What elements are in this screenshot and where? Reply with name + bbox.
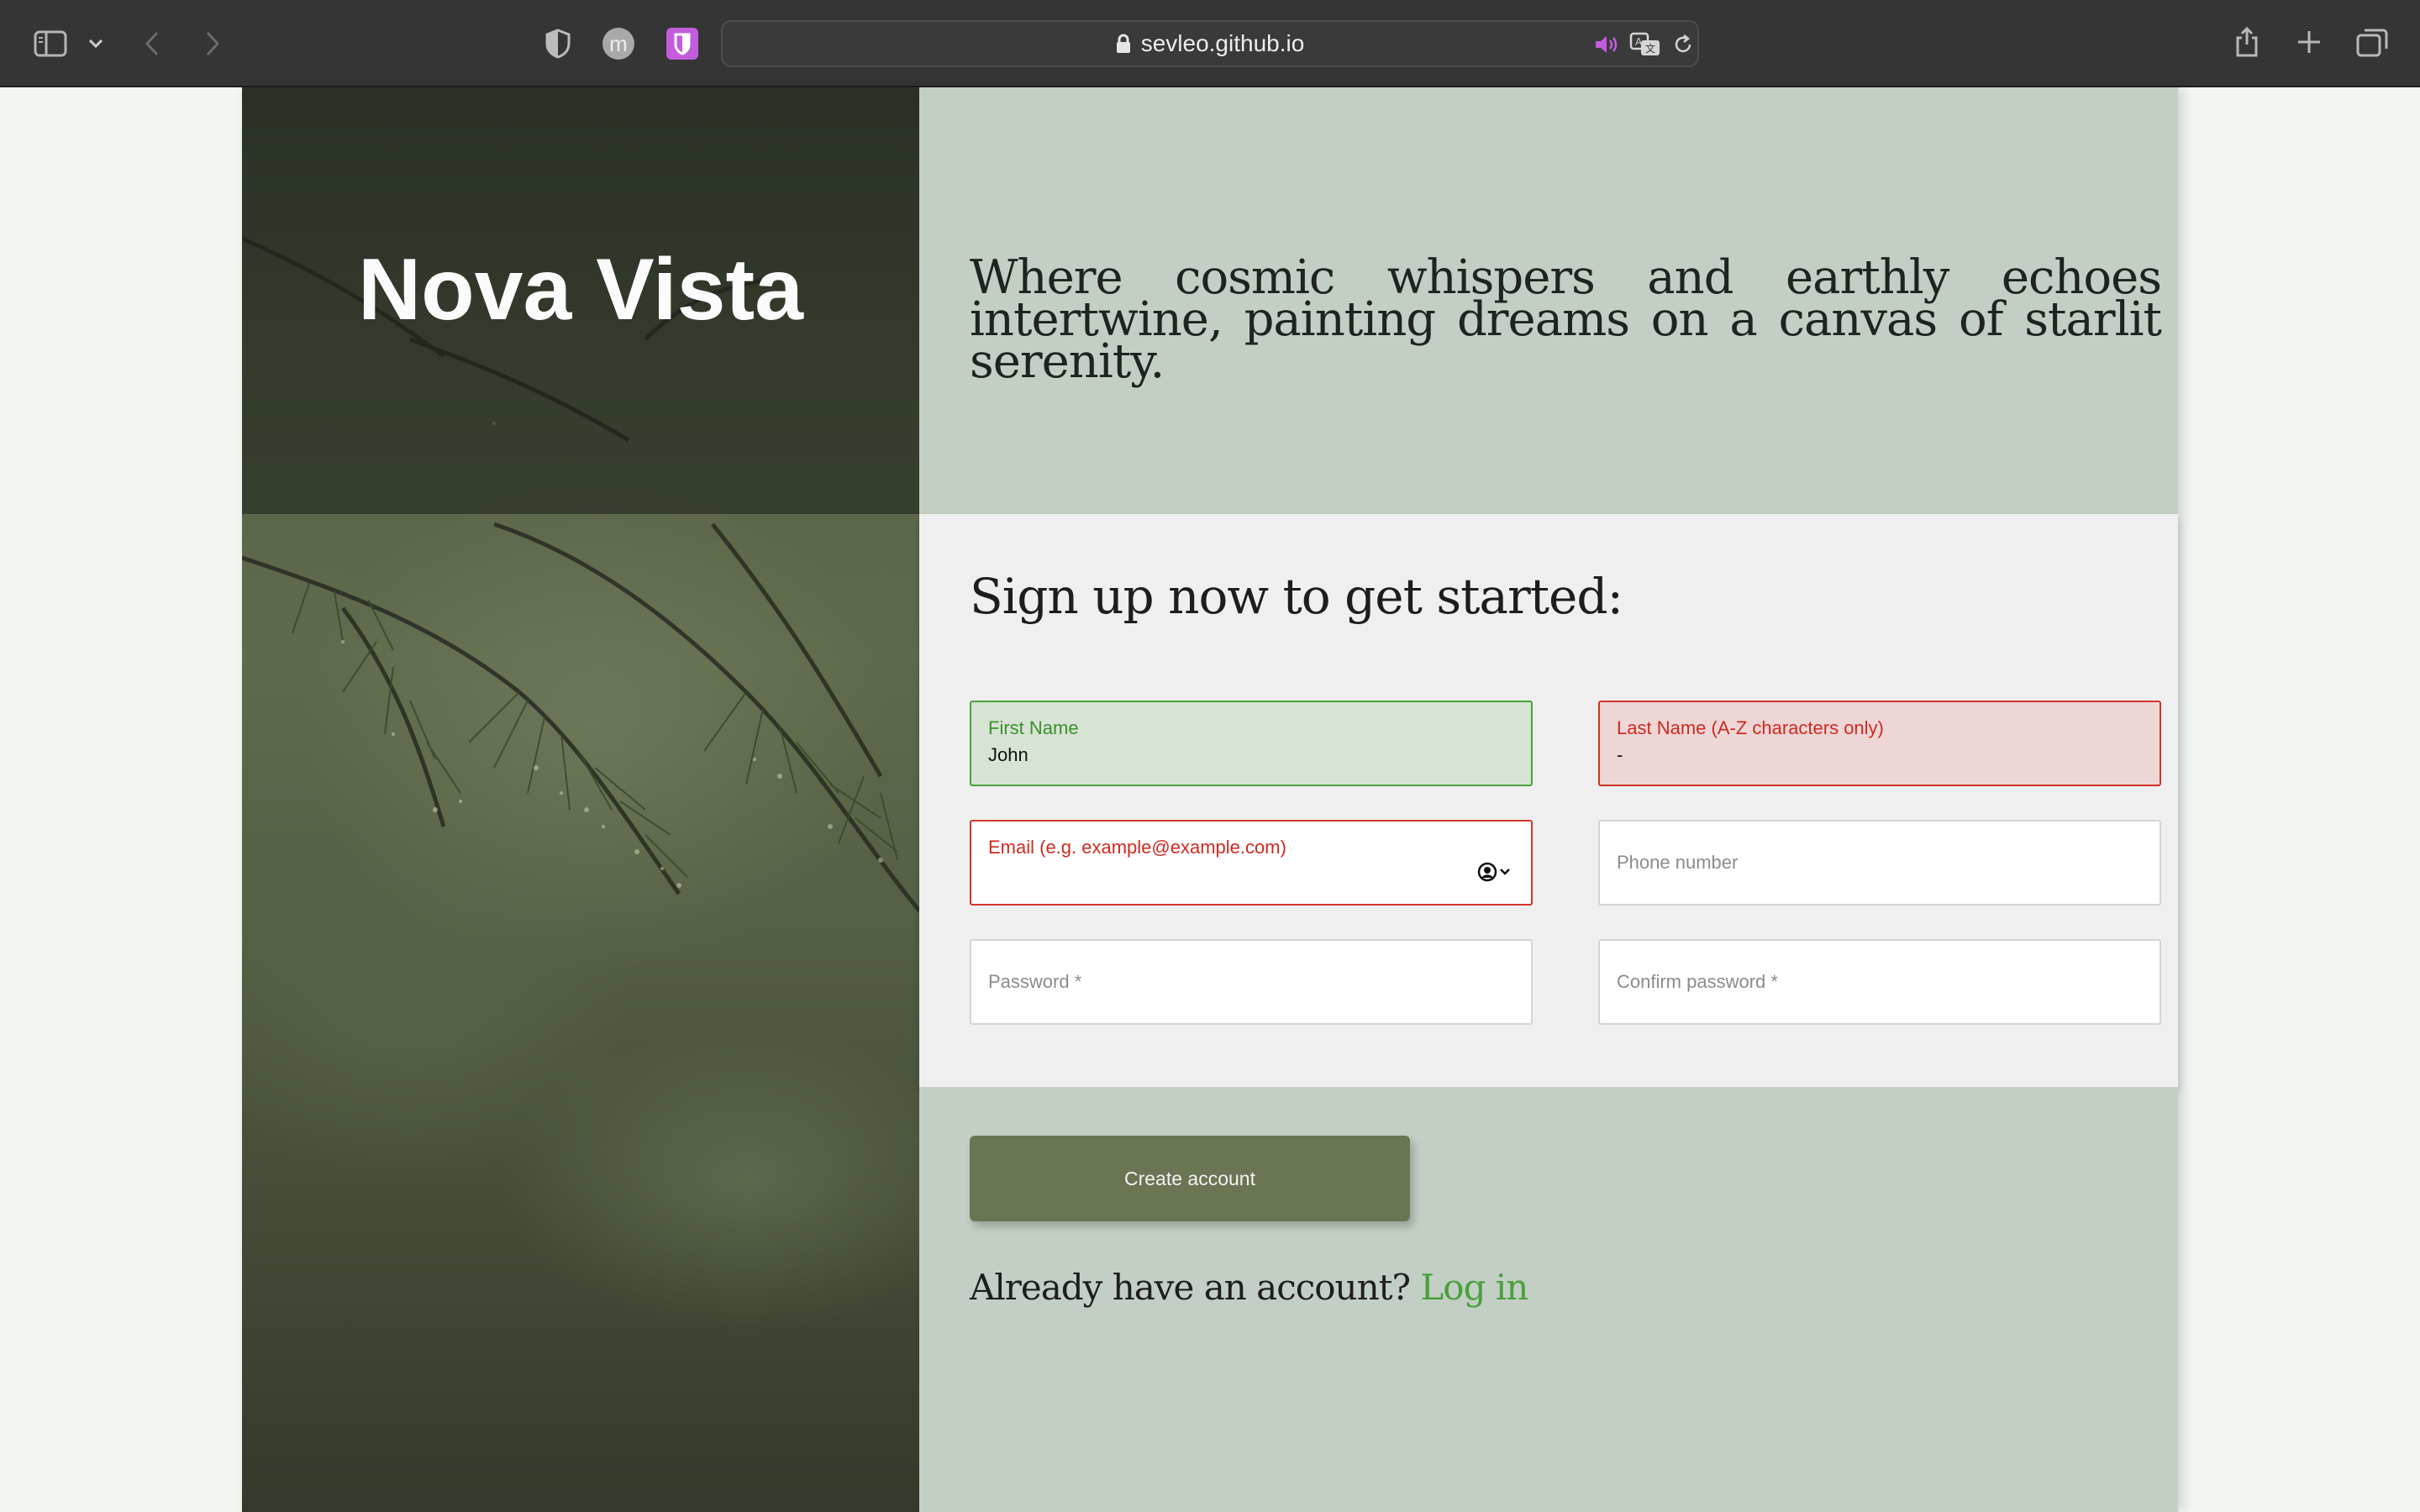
signup-form: Sign up now to get started: First Name J… bbox=[919, 514, 2178, 1087]
reload-icon[interactable] bbox=[1670, 32, 1696, 57]
footer-section: Create account Already have an account? … bbox=[919, 1087, 2178, 1512]
login-prompt: Already have an account? Log in bbox=[970, 1267, 1528, 1308]
page: Nova Vista Where cosmic whispers and ear… bbox=[242, 87, 2178, 1512]
email-field[interactable]: Email (e.g. example@example.com) bbox=[970, 820, 1533, 906]
brand-title: Nova Vista bbox=[358, 241, 803, 339]
form-title: Sign up now to get started: bbox=[970, 568, 1623, 625]
login-link[interactable]: Log in bbox=[1420, 1267, 1528, 1308]
hero-section: Where cosmic whispers and earthly echoes… bbox=[919, 87, 2178, 514]
audio-icon[interactable] bbox=[1593, 32, 1620, 57]
contact-autofill-icon[interactable] bbox=[1477, 862, 1512, 882]
first-name-label: First Name bbox=[988, 717, 1079, 738]
chevron-down-icon[interactable] bbox=[86, 34, 106, 54]
share-icon[interactable] bbox=[2230, 24, 2264, 60]
forest-photo: Nova Vista bbox=[242, 87, 919, 1512]
password-field[interactable]: Password * bbox=[970, 939, 1533, 1025]
last-name-value: - bbox=[1617, 744, 1623, 765]
first-name-value: John bbox=[988, 744, 1028, 765]
svg-text:文: 文 bbox=[1645, 42, 1655, 55]
browser-toolbar: m sevleo.github.io A文 bbox=[0, 0, 2420, 87]
address-bar[interactable]: sevleo.github.io A文 bbox=[721, 20, 1699, 67]
tab-overview-icon[interactable] bbox=[2354, 25, 2390, 59]
translate-icon[interactable]: A文 bbox=[1628, 30, 1662, 59]
last-name-label: Last Name (A-Z characters only) bbox=[1617, 717, 1884, 738]
back-icon[interactable] bbox=[141, 27, 163, 60]
lock-icon bbox=[1116, 34, 1131, 54]
new-tab-icon[interactable] bbox=[2292, 25, 2326, 59]
extension-m-label: m bbox=[602, 28, 634, 60]
email-label: Email (e.g. example@example.com) bbox=[988, 837, 1286, 858]
url-host: sevleo.github.io bbox=[1140, 30, 1305, 56]
phone-placeholder: Phone number bbox=[1617, 852, 1739, 873]
login-prompt-text: Already have an account? bbox=[970, 1267, 1411, 1308]
forward-icon[interactable] bbox=[202, 27, 224, 60]
phone-field[interactable]: Phone number bbox=[1598, 820, 2161, 906]
bitwarden-icon[interactable] bbox=[666, 27, 699, 60]
password-placeholder: Password * bbox=[988, 971, 1082, 992]
confirm-password-placeholder: Confirm password * bbox=[1617, 971, 1778, 992]
last-name-field[interactable]: Last Name (A-Z characters only) - bbox=[1598, 701, 2161, 786]
create-account-button[interactable]: Create account bbox=[970, 1136, 1410, 1221]
extension-m-icon[interactable]: m bbox=[602, 27, 635, 60]
first-name-field[interactable]: First Name John bbox=[970, 701, 1533, 786]
confirm-password-field[interactable]: Confirm password * bbox=[1598, 939, 2161, 1025]
sidebar-icon[interactable] bbox=[32, 27, 69, 60]
privacy-shield-icon[interactable] bbox=[543, 27, 573, 60]
tagline: Where cosmic whispers and earthly echoes… bbox=[970, 250, 2162, 389]
